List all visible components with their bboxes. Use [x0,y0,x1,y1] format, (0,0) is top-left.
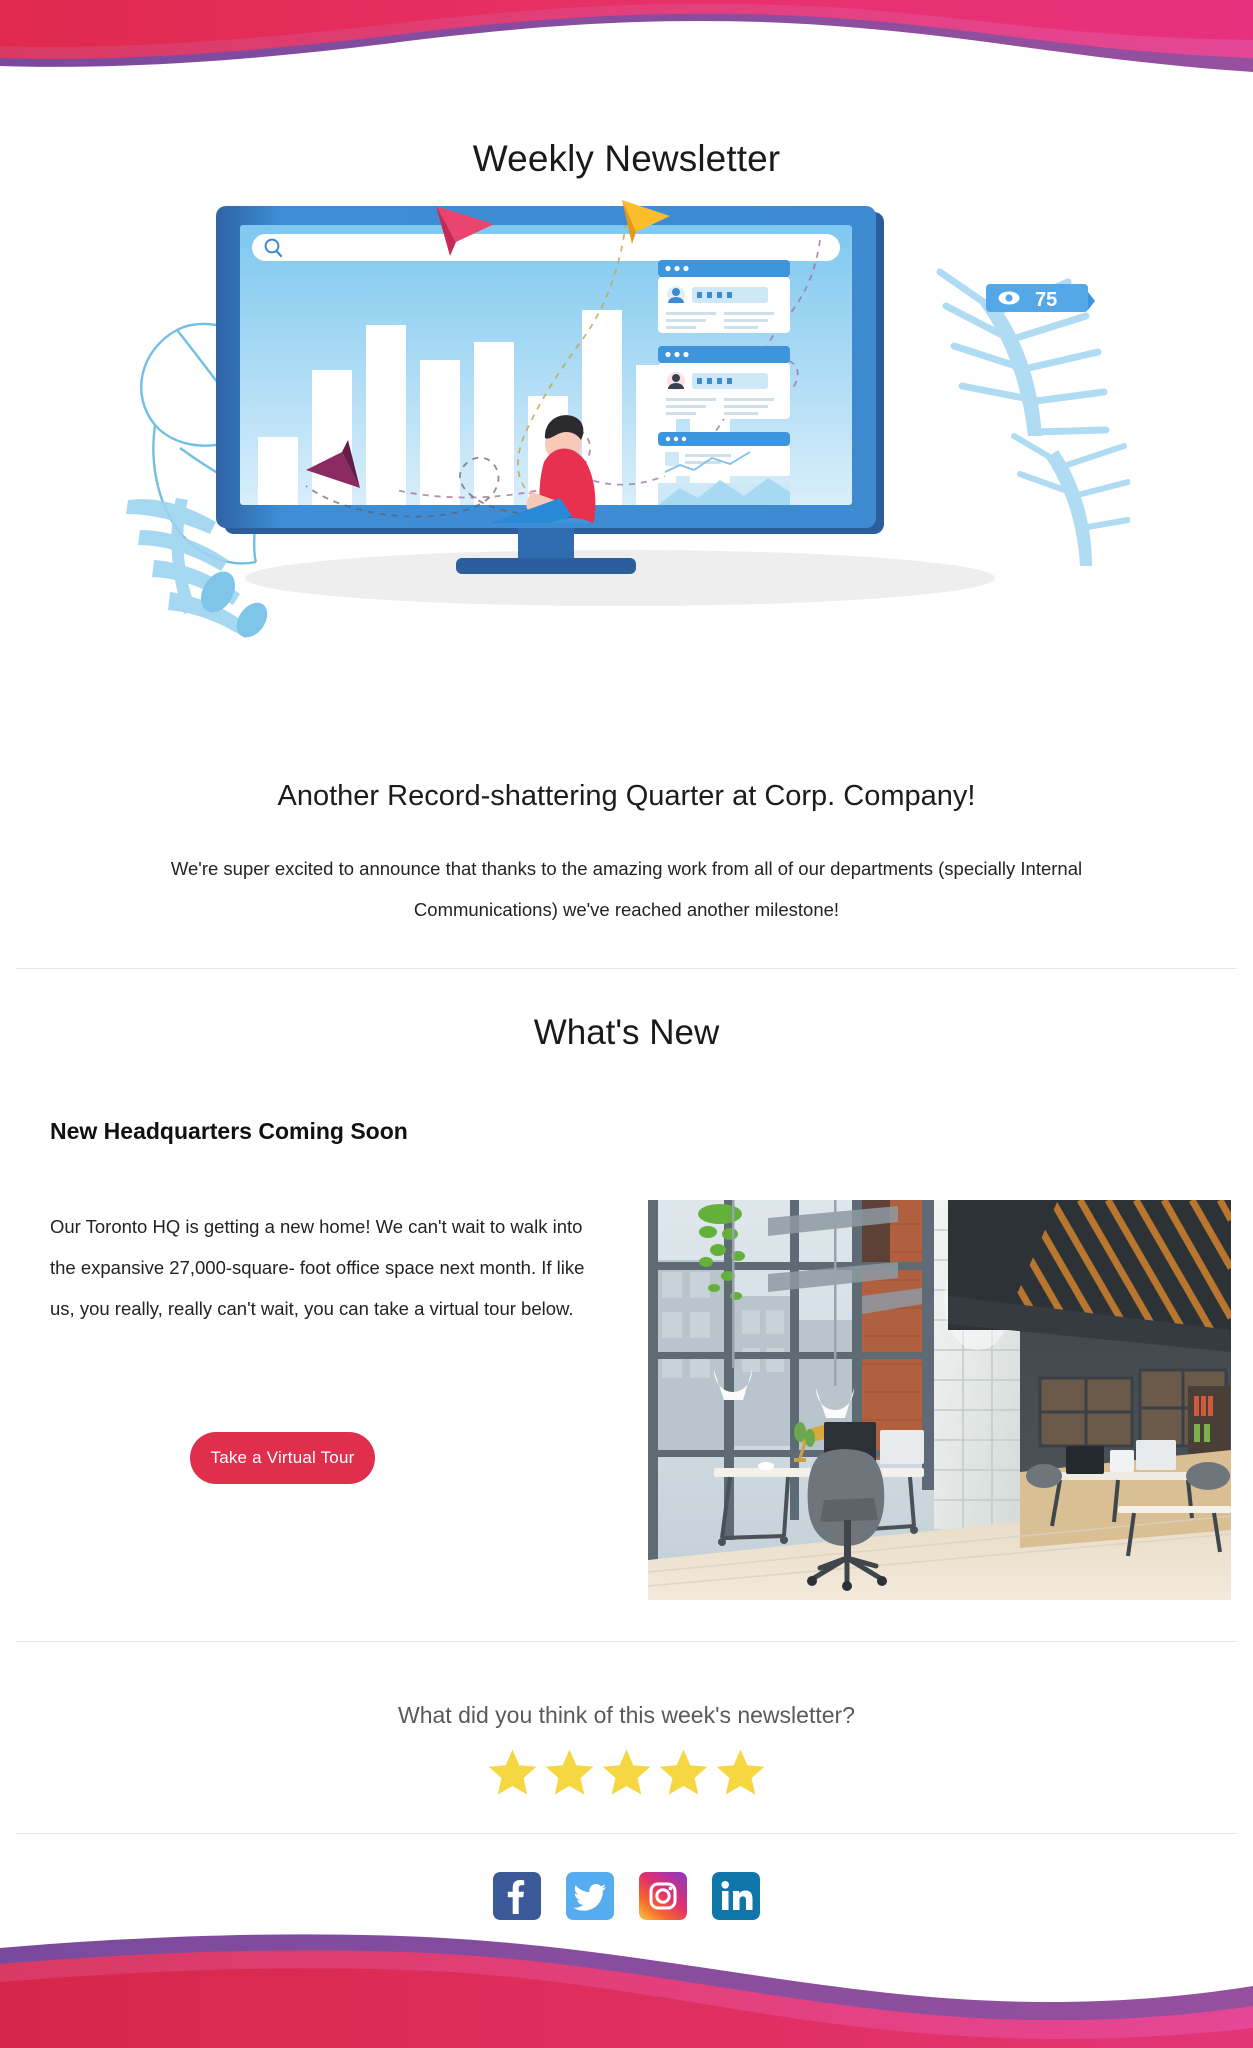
take-virtual-tour-button[interactable]: Take a Virtual Tour [190,1432,375,1484]
header-wave-decoration [0,0,1253,112]
newsletter-page: Weekly Newsletter 75 Another Record-shat… [0,0,1253,2048]
eye-icon [998,291,1020,305]
star-icon-5[interactable] [714,1746,767,1799]
linkedin-icon[interactable] [712,1872,760,1920]
story-body-line-5: a virtual tour below. [414,1298,574,1319]
rating-divider [16,1641,1237,1642]
rating-question: What did you think of this week's newsle… [398,1702,855,1728]
footer-divider [16,1833,1237,1834]
instagram-icon[interactable] [639,1872,687,1920]
palm-right [936,268,1130,566]
star-rating[interactable] [0,1746,1253,1799]
footer-wave-decoration [0,1928,1253,2048]
facebook-icon[interactable] [493,1872,541,1920]
hero-panel-cards [658,260,790,505]
office-photo [648,1200,1231,1600]
lead-body: We're super excited to announce that tha… [126,848,1127,930]
story-body-line-1: Our Toronto HQ is getting a new home! We… [50,1216,447,1237]
star-icon-3[interactable] [600,1746,653,1799]
story-body-line-3: foot office space next month. [299,1257,537,1278]
story-title: New Headquarters Coming Soon [50,1118,408,1144]
star-icon-2[interactable] [543,1746,596,1799]
hero-illustration: 75 [120,200,1130,730]
star-icon-1[interactable] [486,1746,539,1799]
views-badge: 75 [986,284,1095,312]
whats-new-heading: What's New [533,1013,720,1052]
lead-heading: Another Record-shattering Quarter at Cor… [277,780,976,812]
story-body: Our Toronto HQ is getting a new home! We… [50,1206,610,1329]
page-title: Weekly Newsletter [472,138,781,179]
section-divider [16,968,1237,969]
twitter-icon[interactable] [566,1872,614,1920]
lead-body-line-1: We're super excited to announce that tha… [170,858,933,879]
star-icon-4[interactable] [657,1746,710,1799]
svg-text:75: 75 [1035,289,1057,311]
social-links [0,1872,1253,1920]
